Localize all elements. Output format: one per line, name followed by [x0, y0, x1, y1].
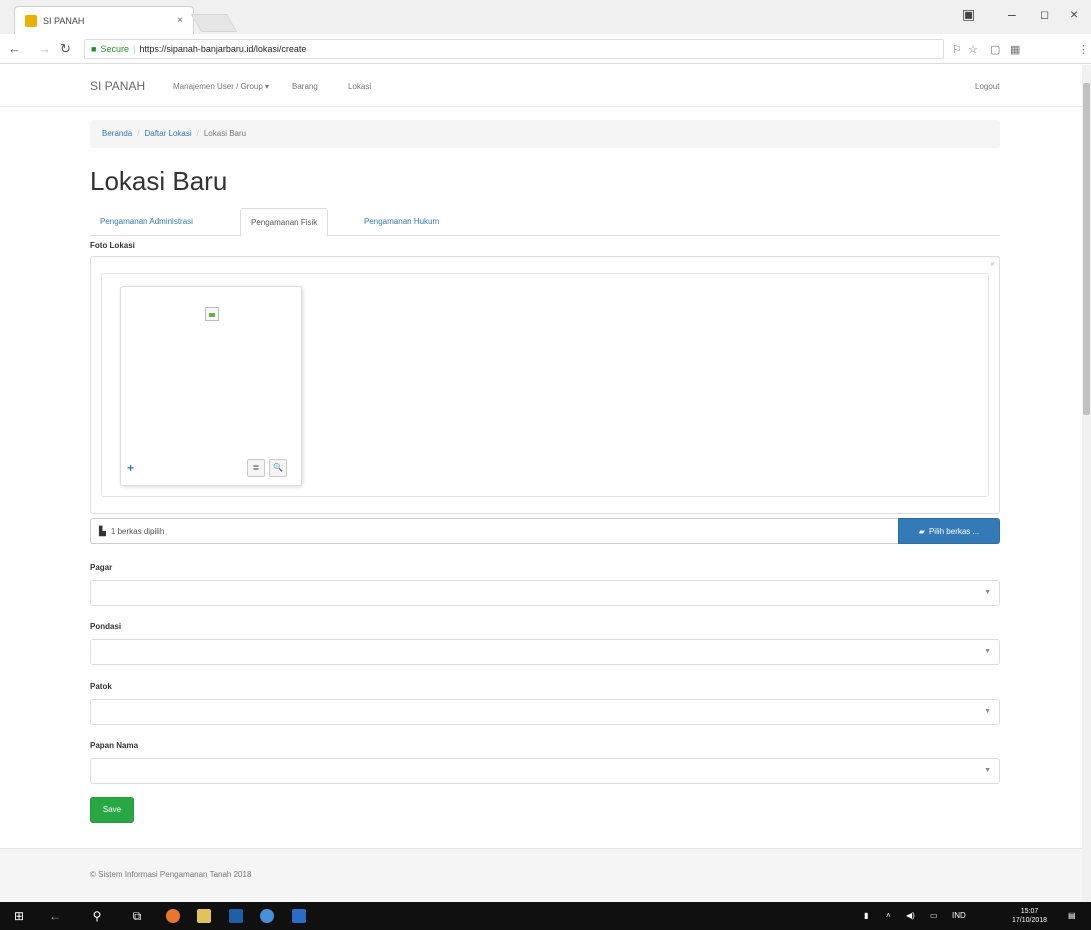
- favicon-icon: [25, 14, 37, 27]
- page-title: Lokasi Baru: [90, 166, 228, 196]
- minimize-icon[interactable]: –: [1008, 6, 1016, 22]
- taskbar-clock[interactable]: 15:07 17/10/2018: [1012, 907, 1047, 925]
- nav-item-lokasi[interactable]: Lokasi: [348, 82, 371, 91]
- lock-icon: ■: [91, 44, 97, 54]
- file-explorer-icon[interactable]: [197, 909, 211, 923]
- clock-time: 15:07: [1020, 908, 1039, 915]
- close-tab-icon[interactable]: ×: [177, 15, 183, 26]
- broken-image-icon: [205, 307, 219, 321]
- windows-taskbar: ⊞ ← ⚲ ⧉ ▮ ˄ ◀) ▭ IND 15:07 17/10/2018 ▤: [0, 902, 1091, 930]
- back-icon[interactable]: ←: [48, 909, 62, 923]
- app-navbar: SI PANAH Manajemen User / Group ▾ Barang…: [0, 65, 1082, 107]
- clock-date: 17/10/2018: [1012, 917, 1048, 924]
- foto-lokasi-label: Foto Lokasi: [90, 241, 135, 250]
- browse-file-button[interactable]: ▰ Pilih berkas ...: [898, 518, 1000, 544]
- patok-label: Patok: [90, 682, 112, 691]
- bookmark-star-icon[interactable]: ☆: [968, 43, 978, 56]
- chevron-down-icon: ▼: [984, 767, 991, 774]
- scrollbar-thumb[interactable]: [1083, 83, 1090, 415]
- breadcrumb-separator: /: [196, 129, 199, 138]
- delete-file-button[interactable]: ≣: [247, 459, 265, 477]
- tab-pengamanan-hukum[interactable]: Pengamanan Hukum: [354, 208, 449, 236]
- back-icon[interactable]: ←: [8, 41, 21, 56]
- windows-start-icon[interactable]: ⊞: [12, 909, 26, 923]
- pondasi-select[interactable]: ▼: [90, 639, 1000, 665]
- browse-file-label: Pilih berkas ...: [928, 526, 980, 536]
- firefox-icon[interactable]: [166, 909, 180, 923]
- footer-copyright: © Sistem Informasi Pengamanan Tanah 2018: [90, 870, 252, 879]
- save-button[interactable]: Save: [90, 797, 134, 823]
- page-footer: © Sistem Informasi Pengamanan Tanah 2018: [0, 848, 1082, 902]
- pagar-select[interactable]: ▼: [90, 580, 1000, 606]
- papan-nama-select[interactable]: ▼: [90, 758, 1000, 784]
- file-drop-zone[interactable]: + ≣ 🔍: [101, 273, 989, 497]
- file-icon: ▙: [99, 525, 106, 536]
- menu-icon[interactable]: ⋮: [1078, 43, 1089, 56]
- extension-icon[interactable]: ▢: [990, 43, 1000, 56]
- search-icon[interactable]: ⚲: [90, 909, 104, 923]
- tray-chevron-icon[interactable]: ˄: [886, 911, 891, 920]
- reload-icon[interactable]: ↻: [60, 41, 71, 57]
- url-separator: |: [132, 44, 136, 54]
- breadcrumb: Beranda / Daftar Lokasi / Lokasi Baru: [90, 120, 1000, 148]
- forward-icon[interactable]: →: [38, 41, 51, 56]
- upload-add-icon[interactable]: +: [127, 461, 134, 475]
- pagar-label: Pagar: [90, 563, 113, 572]
- address-bar: ← → ↻ ■ Secure | https://sipanah-banjarb…: [0, 34, 1091, 64]
- breadcrumb-separator: /: [137, 129, 140, 138]
- nav-item-barang[interactable]: Barang: [292, 82, 318, 91]
- vscode-icon[interactable]: [292, 909, 306, 923]
- secure-label: Secure: [100, 44, 129, 54]
- user-profile-icon[interactable]: ▣: [962, 6, 975, 23]
- file-caption-input[interactable]: ▙ 1 berkas dipilih: [90, 518, 900, 544]
- extension-icon[interactable]: ▦: [1010, 43, 1020, 56]
- tab-pengamanan-fisik[interactable]: Pengamanan Fisik: [240, 208, 329, 237]
- chevron-down-icon: ▼: [984, 648, 991, 655]
- breadcrumb-beranda[interactable]: Beranda: [102, 129, 132, 139]
- photoshop-icon[interactable]: [229, 909, 243, 923]
- url-input[interactable]: ■ Secure | https://sipanah-banjarbaru.id…: [84, 39, 944, 59]
- file-status-text: 1 berkas dipilih: [110, 526, 165, 536]
- file-thumbnail: + ≣ 🔍: [120, 286, 302, 486]
- nav-item-user-group[interactable]: Manajemen User / Group ▾: [173, 82, 269, 91]
- page-scrollbar[interactable]: [1082, 65, 1091, 902]
- task-view-icon[interactable]: ⧉: [130, 909, 144, 923]
- form-tabs: Pengamanan Administrasi Pengamanan Fisik…: [90, 208, 1000, 237]
- new-tab-button[interactable]: [190, 14, 238, 32]
- patok-select[interactable]: ▼: [90, 699, 1000, 725]
- folder-open-icon: ▰: [918, 526, 925, 536]
- maximize-icon[interactable]: ◻: [1040, 8, 1049, 21]
- language-indicator[interactable]: IND: [952, 911, 966, 920]
- chevron-down-icon: ▼: [984, 589, 991, 596]
- tab-pengamanan-administrasi[interactable]: Pengamanan Administrasi: [90, 208, 203, 236]
- volume-icon[interactable]: ◀): [906, 911, 915, 920]
- pondasi-label: Pondasi: [90, 622, 122, 631]
- url-text: https://sipanah-banjarbaru.id/lokasi/cre…: [139, 44, 307, 54]
- clear-upload-icon[interactable]: ×: [990, 259, 995, 269]
- browser-tab[interactable]: SI PANAH ×: [14, 6, 194, 34]
- window-close-icon[interactable]: ×: [1070, 6, 1078, 22]
- browser-tabbar: SI PANAH × ▣ – ◻ ×: [0, 0, 1091, 34]
- zoom-file-button[interactable]: 🔍: [269, 459, 287, 477]
- network-icon[interactable]: ▮: [864, 911, 868, 920]
- notification-icon[interactable]: ▤: [1068, 911, 1076, 920]
- keyboard-icon[interactable]: ▭: [930, 911, 938, 920]
- breadcrumb-current: Lokasi Baru: [203, 129, 247, 138]
- file-upload-preview: × + ≣ 🔍: [90, 256, 1000, 514]
- translate-icon[interactable]: ⚐: [952, 43, 962, 56]
- chrome-icon[interactable]: [260, 909, 274, 923]
- breadcrumb-daftar-lokasi[interactable]: Daftar Lokasi: [144, 129, 191, 139]
- browser-tab-title: SI PANAH: [43, 15, 85, 26]
- logout-link[interactable]: Logout: [975, 82, 999, 91]
- chevron-down-icon: ▼: [984, 708, 991, 715]
- papan-nama-label: Papan Nama: [90, 741, 139, 750]
- brand-logo[interactable]: SI PANAH: [90, 79, 145, 93]
